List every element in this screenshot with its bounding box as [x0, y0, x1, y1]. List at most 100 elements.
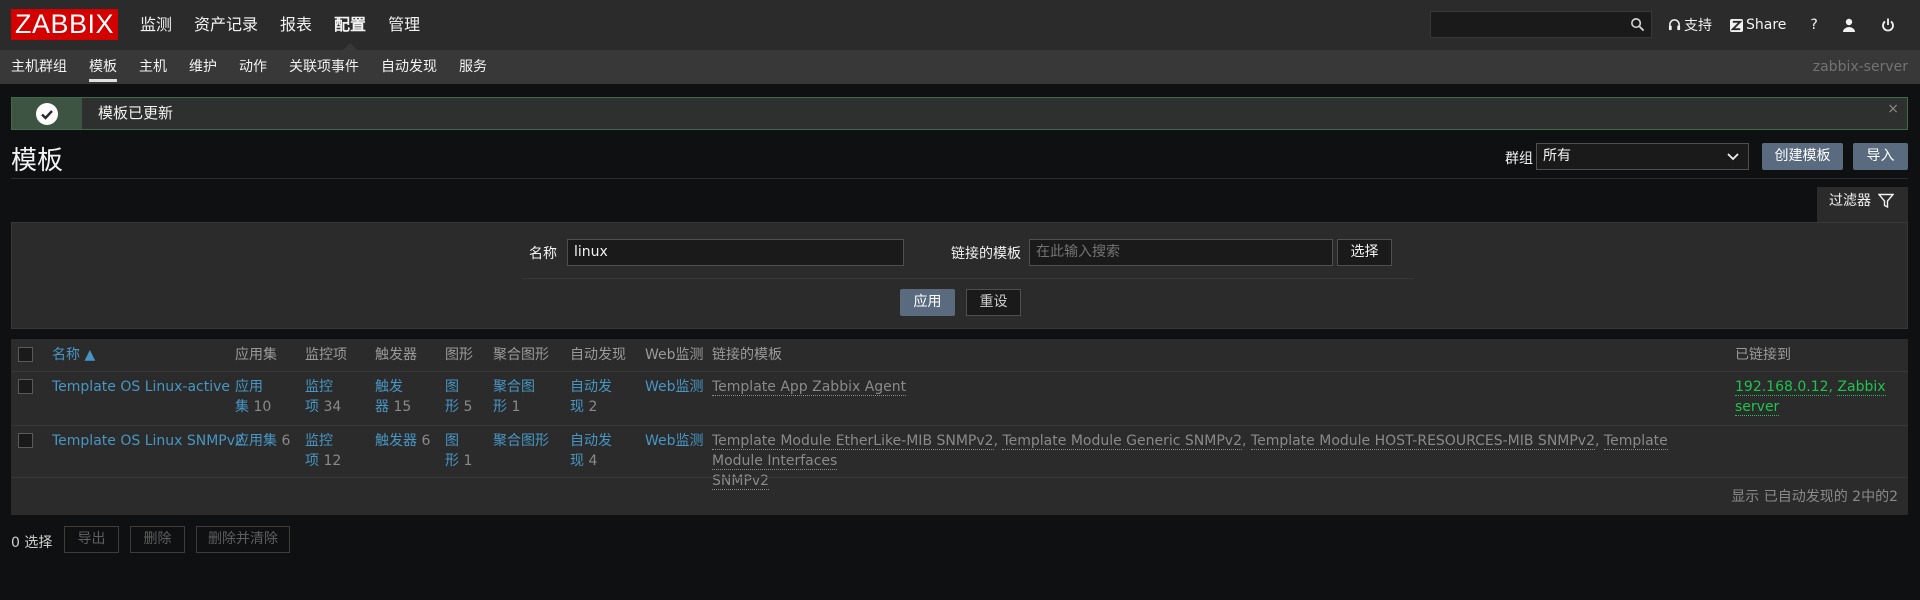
triggers-cell: 触发器 15 [375, 377, 411, 417]
menu-administration[interactable]: 管理 [388, 0, 420, 50]
linked-template-link[interactable]: Template Module Generic SNMPv2 [1002, 433, 1242, 450]
filter-name-label: 名称 [529, 246, 557, 262]
filter-separator [522, 278, 1414, 279]
filter-linked-templates-label: 链接的模板 [951, 246, 1021, 262]
export-button[interactable]: 导出 [64, 526, 119, 553]
screens-cell: 聚合图形 [493, 431, 549, 451]
filter-reset-button[interactable]: 重设 [966, 289, 1021, 316]
select-all-checkbox[interactable] [18, 347, 33, 362]
applications-link[interactable]: 应用集 [235, 433, 277, 449]
template-name-link[interactable]: Template OS Linux-active [52, 377, 230, 397]
user-profile-link[interactable] [1842, 18, 1859, 32]
top-right-icons: 支持 Share ? [1668, 0, 1916, 50]
items-count: 12 [323, 453, 342, 469]
close-icon[interactable]: × [1887, 101, 1899, 117]
check-circle-icon [36, 103, 58, 125]
menu-monitoring[interactable]: 监测 [140, 0, 172, 50]
applications-cell: 应用集 10 [235, 377, 271, 417]
submenu-hosts[interactable]: 主机 [139, 50, 167, 84]
filter-linked-templates-input[interactable]: 在此输入搜索 [1029, 239, 1333, 266]
share-link[interactable]: Share [1730, 17, 1786, 33]
triggers-link[interactable]: 触发器 [375, 433, 417, 449]
graphs-link[interactable]: 图形 [445, 379, 459, 415]
chevron-down-icon [1727, 153, 1739, 161]
col-header-applications: 应用集 [235, 347, 277, 363]
filter-panel: 名称 linux 链接的模板 在此输入搜索 选择 应用 重设 [11, 222, 1908, 329]
sub-navigation-bar: 主机群组 模板 主机 维护 动作 关联项事件 自动发现 服务 zabbix-se… [0, 50, 1920, 84]
help-icon: ? [1810, 17, 1818, 33]
submenu-services[interactable]: 服务 [459, 50, 487, 84]
col-header-linked-to: 已链接到 [1735, 347, 1791, 363]
linked-template-link[interactable]: Template Module EtherLike-MIB SNMPv2 [712, 433, 994, 450]
selected-count: 0 选择 [11, 535, 53, 551]
items-cell: 监控项 12 [305, 431, 341, 471]
zabbix-logo[interactable]: ZABBIX [11, 9, 118, 40]
sign-out-link[interactable] [1881, 18, 1898, 32]
menu-reports[interactable]: 报表 [280, 0, 312, 50]
global-search-input[interactable] [1430, 11, 1652, 38]
success-message: 模板已更新 × [11, 97, 1908, 130]
web-monitoring-link[interactable]: Web监测 [645, 431, 704, 451]
search-icon[interactable] [1630, 17, 1645, 32]
applications-cell: 应用集 6 [235, 431, 290, 451]
group-label: 群组 [1505, 151, 1533, 167]
menu-inventory[interactable]: 资产记录 [194, 0, 258, 50]
delete-and-clear-button[interactable]: 删除并清除 [196, 526, 290, 553]
submenu-discovery[interactable]: 自动发现 [381, 50, 437, 84]
support-link[interactable]: 支持 [1668, 15, 1712, 35]
filter-select-button[interactable]: 选择 [1337, 239, 1392, 266]
col-header-discovery: 自动发现 [570, 347, 626, 363]
linked-host-link[interactable]: Zabbix [1837, 379, 1886, 396]
linked-host-link[interactable]: 192.168.0.12 [1735, 379, 1829, 396]
filter-apply-button[interactable]: 应用 [900, 289, 955, 316]
linked-template-link[interactable]: Template Module HOST-RESOURCES-MIB SNMPv… [1250, 433, 1595, 450]
import-button[interactable]: 导入 [1853, 143, 1908, 170]
col-header-name[interactable]: 名称 ▲ [52, 339, 95, 371]
filter-icon [1878, 193, 1894, 209]
linked-host-link[interactable]: server [1735, 399, 1780, 416]
group-select[interactable]: 所有 [1536, 143, 1749, 170]
discovery-cell: 自动发现 4 [570, 431, 612, 471]
linked-template-link[interactable]: Template App Zabbix Agent [712, 379, 907, 396]
templates-table: 名称 ▲ 应用集 监控项 触发器 图形 聚合图形 自动发现 Web监测 链接的模… [11, 339, 1908, 515]
submenu-event-correlation[interactable]: 关联项事件 [289, 50, 359, 84]
message-icon-box [12, 98, 82, 129]
delete-button[interactable]: 删除 [130, 526, 185, 553]
table-row-divider [11, 477, 1908, 478]
graphs-count: 1 [463, 453, 473, 469]
items-count: 34 [323, 399, 342, 415]
table-row-divider [11, 425, 1908, 426]
graphs-link[interactable]: 图形 [445, 433, 459, 469]
header-divider [11, 178, 1908, 179]
items-cell: 监控项 34 [305, 377, 341, 417]
row-checkbox[interactable] [18, 379, 33, 394]
share-icon [1730, 18, 1743, 32]
web-monitoring-link[interactable]: Web监测 [645, 377, 704, 397]
discovery-count: 2 [588, 399, 598, 415]
create-template-button[interactable]: 创建模板 [1762, 143, 1843, 170]
filter-tab[interactable]: 过滤器 [1817, 187, 1908, 223]
col-header-linked-templates: 链接的模板 [712, 347, 782, 363]
linked-templates-cell: Template App Zabbix Agent [712, 377, 907, 397]
submenu-maintenance[interactable]: 维护 [189, 50, 217, 84]
menu-configuration[interactable]: 配置 [334, 0, 366, 50]
submenu-host-groups[interactable]: 主机群组 [11, 50, 67, 84]
screens-count: 1 [511, 399, 521, 415]
screens-cell: 聚合图形 1 [493, 377, 535, 417]
help-link[interactable]: ? [1810, 17, 1817, 33]
col-header-items: 监控项 [305, 347, 347, 363]
template-name-link[interactable]: Template OS Linux SNMPv2 [52, 431, 244, 451]
submenu-templates[interactable]: 模板 [89, 50, 117, 84]
filter-tab-label: 过滤器 [1829, 193, 1871, 209]
filter-name-input[interactable]: linux [567, 239, 904, 266]
linked-template-link-cont[interactable]: SNMPv2 [712, 473, 770, 490]
graphs-cell: 图形 1 [445, 431, 472, 471]
row-checkbox[interactable] [18, 433, 33, 448]
graphs-cell: 图形 5 [445, 377, 472, 417]
discovery-count: 4 [588, 453, 598, 469]
submenu-actions[interactable]: 动作 [239, 50, 267, 84]
page-title: 模板 [11, 146, 64, 176]
applications-count: 10 [253, 399, 272, 415]
screens-link[interactable]: 聚合图形 [493, 433, 549, 449]
user-icon [1842, 18, 1855, 32]
